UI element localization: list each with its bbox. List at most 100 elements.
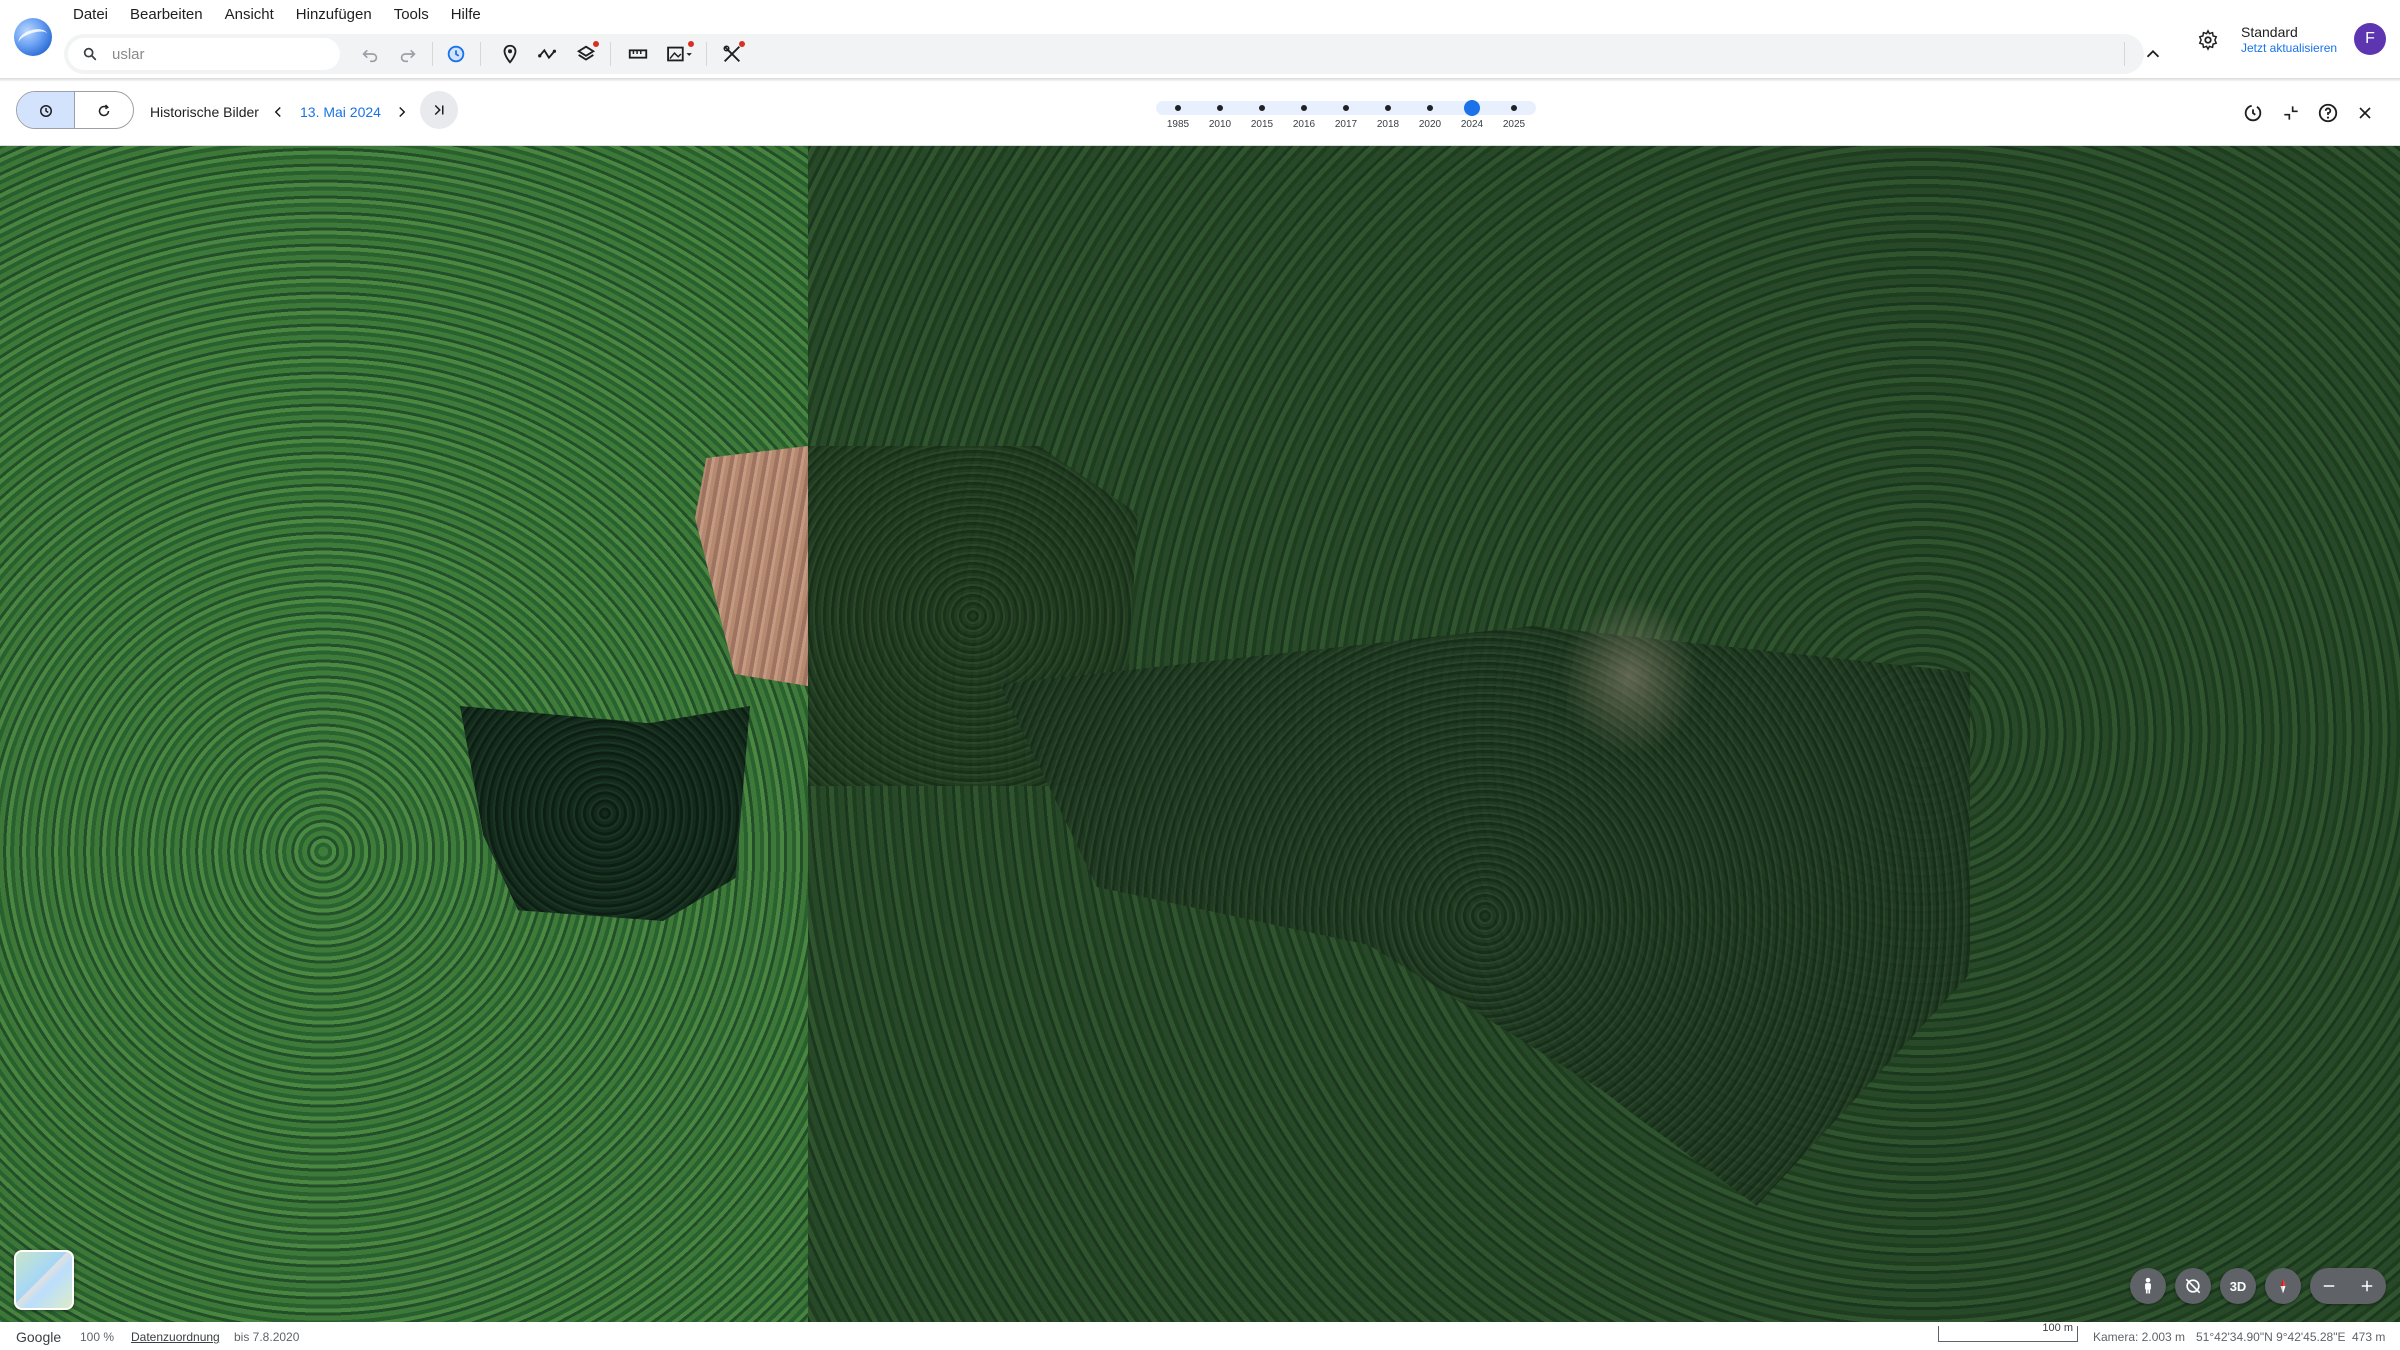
google-brand: Google [16, 1329, 62, 1345]
notification-dot [739, 41, 745, 47]
skip-to-end-icon [434, 104, 444, 116]
timeline-year-2016[interactable]: 2016 [1284, 100, 1324, 136]
path-icon [538, 48, 557, 60]
previous-date-button[interactable] [268, 102, 288, 122]
camera-altitude: Kamera: 2.003 m [2093, 1330, 2186, 1344]
3d-button[interactable]: 3D [2220, 1268, 2256, 1304]
timeline: 1985 2010 2015 2016 2017 2018 2020 2024 … [1156, 100, 1536, 136]
gear-icon [2198, 29, 2218, 51]
toolbar-divider [706, 42, 707, 66]
map-style-switcher[interactable] [14, 1250, 74, 1310]
redo-icon [400, 49, 416, 63]
timeline-year-2017[interactable]: 2017 [1326, 100, 1366, 136]
add-placemark-button[interactable] [496, 40, 524, 68]
rotate-off-icon [2185, 1278, 2201, 1294]
notification-dot [688, 41, 694, 47]
earth-logo-icon[interactable] [14, 18, 52, 56]
historical-imagery-button[interactable] [442, 40, 470, 68]
historical-view-toggle[interactable] [17, 92, 76, 128]
timeline-year-2025[interactable]: 2025 [1494, 100, 1534, 136]
settings-button[interactable] [2195, 27, 2221, 53]
clearing-patch [1560, 596, 1700, 756]
account-plan: Standard Jetzt aktualisieren [2241, 24, 2337, 56]
status-zoom: 100 % [80, 1330, 115, 1344]
status-bar: Google 100 % Datenzuordnung bis 7.8.2020… [0, 1322, 2400, 1350]
collapse-button[interactable] [2278, 100, 2304, 126]
latest-imagery-button[interactable] [420, 91, 458, 129]
layers-button[interactable] [572, 40, 600, 68]
timelapse-button[interactable] [2240, 100, 2266, 126]
history-icon [447, 45, 465, 63]
menu-bearbeiten[interactable]: Bearbeiten [119, 6, 214, 24]
timelapse-icon [2244, 104, 2262, 122]
timeline-year-2010[interactable]: 2010 [1200, 100, 1240, 136]
history-icon [39, 105, 52, 117]
plus-icon [2361, 1280, 2373, 1292]
timeline-dot [1217, 105, 1223, 111]
timeline-year-2018[interactable]: 2018 [1368, 100, 1408, 136]
timeline-dot [1343, 105, 1349, 111]
menu-hilfe[interactable]: Hilfe [440, 6, 492, 24]
chevron-left-icon [274, 106, 281, 118]
timeline-year-label: 2017 [1334, 119, 1358, 130]
timeline-year-2020[interactable]: 2020 [1410, 100, 1450, 136]
map-canvas[interactable] [0, 146, 2400, 1322]
refresh-icon [98, 104, 110, 117]
compass-button[interactable] [2265, 1268, 2301, 1304]
menu-datei[interactable]: Datei [62, 6, 119, 24]
timeline-year-label: 2024 [1460, 119, 1484, 130]
scale-bar: 100 m [1938, 1322, 2078, 1342]
current-view-toggle[interactable] [75, 92, 133, 128]
menu-ansicht[interactable]: Ansicht [214, 6, 285, 24]
timeline-year-label: 2020 [1418, 119, 1442, 130]
add-path-button[interactable] [534, 40, 562, 68]
timeline-year-label: 2016 [1292, 119, 1316, 130]
undo-button[interactable] [356, 40, 384, 68]
toolbar-divider [610, 42, 611, 66]
pegman-icon [2145, 1277, 2151, 1294]
scale-label: 100 m [2042, 1322, 2073, 1334]
pin-icon [503, 44, 517, 64]
collapse-toolbar-button[interactable] [2139, 40, 2167, 68]
elevation: 473 m [2352, 1330, 2386, 1344]
street-view-button[interactable] [2130, 1268, 2166, 1304]
toolbar [0, 28, 2400, 80]
chevron-right-icon [399, 106, 406, 118]
view-toggle [16, 91, 134, 129]
current-date[interactable]: 13. Mai 2024 [300, 104, 381, 120]
help-button[interactable] [2315, 100, 2341, 126]
historical-imagery-bar: Historische Bilder 13. Mai 2024 1985 201… [0, 82, 2400, 146]
timeline-year-1985[interactable]: 1985 [1158, 100, 1198, 136]
timeline-year-label: 2010 [1208, 119, 1232, 130]
help-icon [2318, 103, 2338, 123]
tilt-toggle-button[interactable] [2175, 1268, 2211, 1304]
timeline-year-2024-selected[interactable]: 2024 [1452, 100, 1492, 136]
redo-button[interactable] [394, 40, 422, 68]
timeline-handle[interactable] [1464, 100, 1480, 116]
search-box [68, 38, 340, 70]
menu-hinzufuegen[interactable]: Hinzufügen [285, 6, 383, 24]
search-icon [82, 46, 98, 67]
timeline-dot [1301, 105, 1307, 111]
ruler-icon [628, 49, 648, 59]
measure-button[interactable] [624, 40, 652, 68]
next-date-button[interactable] [392, 102, 412, 122]
screenshot-button[interactable] [662, 40, 698, 68]
undo-icon [362, 49, 378, 63]
timeline-year-label: 1985 [1166, 119, 1190, 130]
avatar[interactable]: F [2354, 23, 2386, 55]
data-attribution-link[interactable]: Datenzuordnung [131, 1330, 220, 1344]
toolbar-divider [2124, 42, 2125, 66]
zoom-controls [2310, 1268, 2386, 1304]
menu-tools[interactable]: Tools [383, 6, 440, 24]
close-button[interactable] [2352, 100, 2378, 126]
plan-name: Standard [2241, 24, 2298, 40]
zoom-out-button[interactable] [2310, 1268, 2348, 1304]
timeline-year-2015[interactable]: 2015 [1242, 100, 1282, 136]
zoom-in-button[interactable] [2348, 1268, 2386, 1304]
search-input[interactable] [112, 38, 332, 70]
toolbar-pill [64, 34, 2160, 74]
upgrade-link[interactable]: Jetzt aktualisieren [2241, 40, 2337, 56]
tools-button[interactable] [718, 40, 746, 68]
timeline-dot [1511, 105, 1517, 111]
